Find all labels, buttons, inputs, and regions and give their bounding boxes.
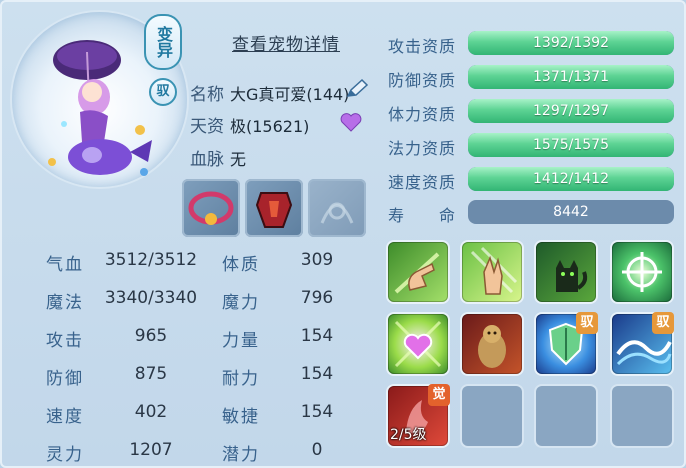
talent-value: 极(15621)	[230, 117, 310, 136]
tamed-badge: 驭	[149, 78, 177, 106]
aptitude-value-stamina: 1297/1297	[533, 103, 609, 119]
skill-slot-awaken[interactable]: 觉 2/5级	[388, 384, 450, 446]
awaken-tag: 觉	[428, 384, 450, 406]
armor-icon	[255, 192, 293, 228]
attr-value-agility: 154	[300, 402, 334, 422]
aptitude-value-defense: 1371/1371	[533, 69, 609, 85]
stat-label-hp: 气血	[46, 255, 84, 275]
talent-label: 天资	[190, 117, 224, 137]
skill-slot-5[interactable]	[388, 314, 448, 374]
skill-slot-empty[interactable]	[612, 386, 672, 446]
equipment-slot-empty[interactable]	[308, 179, 366, 237]
bloodline-label: 血脉	[190, 150, 224, 170]
skill-slot-3[interactable]	[536, 242, 596, 302]
cat-skill-icon	[556, 260, 588, 292]
tamed-tag: 驭	[576, 312, 598, 334]
attr-label-endurance: 耐力	[222, 369, 260, 389]
skill-slot-8[interactable]: 驭	[612, 312, 674, 374]
aptitude-value-speed: 1412/1412	[533, 171, 609, 187]
attr-label-potential: 潜力	[222, 445, 260, 465]
aptitude-bar-attack: 1392/1392	[468, 31, 674, 55]
stat-value-speed: 402	[134, 402, 168, 422]
stat-label-spirit: 灵力	[46, 445, 84, 465]
tamed-tag: 驭	[652, 312, 674, 334]
skill-slot-empty[interactable]	[462, 386, 522, 446]
awaken-level: 2/5级	[390, 427, 427, 443]
stat-value-mp: 3340/3340	[104, 288, 198, 308]
aptitude-label-attack: 攻击资质	[388, 37, 457, 56]
name-label: 名称	[190, 85, 224, 105]
attr-value-endurance: 154	[300, 364, 334, 384]
equipment-slot-armor[interactable]	[245, 179, 303, 237]
life-value: 8442	[468, 200, 674, 224]
attr-value-constitution: 309	[300, 250, 334, 270]
collar-icon	[188, 191, 234, 225]
aptitude-bar-defense: 1371/1371	[468, 65, 674, 89]
beast-skill-icon	[478, 325, 506, 368]
pet-name-value: 大G真可爱(144)	[230, 85, 350, 104]
bloodline-value: 无	[230, 150, 247, 169]
aptitude-bar-speed: 1412/1412	[468, 167, 674, 191]
skill-slot-empty[interactable]	[536, 386, 596, 446]
stat-label-mp: 魔法	[46, 293, 84, 313]
aptitude-bar-mana: 1575/1575	[468, 133, 674, 157]
attr-label-agility: 敏捷	[222, 407, 260, 427]
attr-value-potential: 0	[311, 440, 323, 460]
equipment-slot-collar[interactable]	[182, 179, 240, 237]
attr-label-magic: 魔力	[222, 293, 260, 313]
aptitude-label-defense: 防御资质	[388, 71, 457, 90]
empty-slot-icon	[320, 202, 354, 224]
heart-skill-icon	[394, 320, 442, 368]
aptitude-bar-stamina: 1297/1297	[468, 99, 674, 123]
skill-slot-2[interactable]	[462, 242, 522, 302]
stat-label-speed: 速度	[46, 407, 84, 427]
attr-label-strength: 力量	[222, 331, 260, 351]
stat-value-spirit: 1207	[129, 440, 173, 460]
finger-point-skill-icon	[394, 252, 440, 294]
aptitude-value-mana: 1575/1575	[533, 137, 609, 153]
stat-label-attack: 攻击	[46, 331, 84, 351]
stat-value-hp: 3512/3512	[104, 250, 198, 270]
aptitude-label-speed: 速度资质	[388, 173, 457, 192]
skill-slot-6[interactable]	[462, 314, 522, 374]
attr-value-magic: 796	[300, 288, 334, 308]
view-pet-details-link[interactable]: 查看宠物详情	[232, 30, 340, 55]
attr-label-constitution: 体质	[222, 255, 260, 275]
stat-label-defense: 防御	[46, 369, 84, 389]
green-cross-skill-icon	[622, 252, 662, 292]
skill-slot-1[interactable]	[388, 242, 448, 302]
stat-value-attack: 965	[134, 326, 168, 346]
mutation-badge-text: 变异	[154, 26, 173, 58]
palm-skill-icon	[470, 246, 518, 295]
stat-value-defense: 875	[134, 364, 168, 384]
attr-value-strength: 154	[300, 326, 334, 346]
aptitude-label-mana: 法力资质	[388, 139, 457, 158]
edit-name-icon[interactable]	[345, 78, 369, 104]
skill-slot-7[interactable]: 驭	[536, 312, 598, 374]
skill-slot-4[interactable]	[612, 242, 672, 302]
aptitude-label-stamina: 体力资质	[388, 105, 457, 124]
life-label: 寿 命	[388, 206, 457, 225]
heart-icon[interactable]	[340, 112, 362, 136]
mutation-badge: 变异	[144, 14, 182, 70]
aptitude-value-attack: 1392/1392	[533, 35, 609, 51]
